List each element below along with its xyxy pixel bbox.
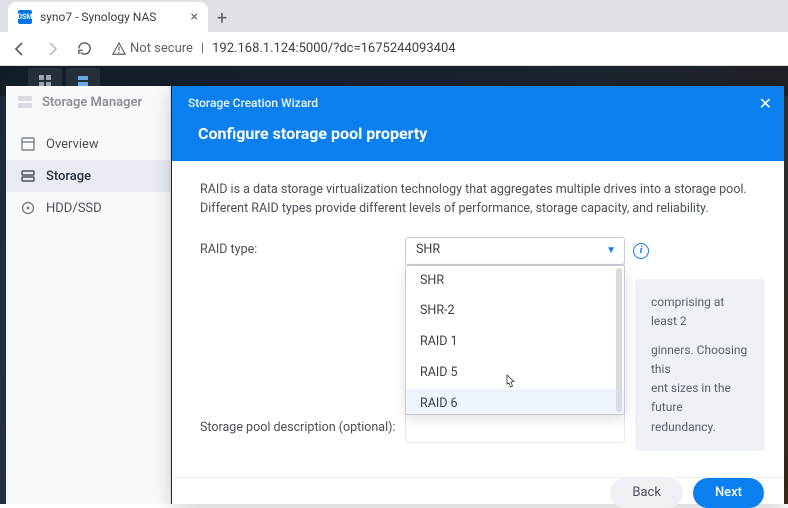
address-bar[interactable]: Not secure | 192.168.1.124:5000/?dc=1675… bbox=[104, 41, 780, 56]
raid-type-label: RAID type: bbox=[200, 237, 405, 260]
sidebar-item-label: HDD/SSD bbox=[46, 201, 102, 216]
close-tab-icon[interactable]: × bbox=[191, 9, 198, 25]
security-indicator[interactable]: Not secure bbox=[112, 41, 193, 56]
sidebar-nav: Overview Storage HDD/SSD bbox=[6, 118, 170, 224]
browser-tab-strip: DSM syno7 - Synology NAS × + bbox=[0, 0, 788, 32]
new-tab-button[interactable]: + bbox=[208, 4, 236, 32]
hint-line: ginners. Choosing this bbox=[651, 341, 749, 379]
url-separator: | bbox=[201, 41, 204, 56]
sidebar-item-label: Overview bbox=[46, 137, 99, 152]
wizard-close-button[interactable]: ✕ bbox=[759, 94, 772, 113]
sidebar-item-label: Storage bbox=[46, 169, 91, 184]
raid-option-raid5[interactable]: RAID 5 bbox=[406, 358, 624, 389]
url-text: 192.168.1.124:5000/?dc=1675244093404 bbox=[212, 41, 455, 56]
storage-manager-icon bbox=[16, 93, 34, 111]
wizard-breadcrumb: Storage Creation Wizard bbox=[188, 96, 768, 110]
overview-icon bbox=[20, 136, 36, 152]
browser-toolbar: Not secure | 192.168.1.124:5000/?dc=1675… bbox=[0, 32, 788, 66]
wizard-description: RAID is a data storage virtualization te… bbox=[200, 181, 756, 219]
sidebar-item-overview[interactable]: Overview bbox=[6, 128, 170, 160]
raid-option-raid1[interactable]: RAID 1 bbox=[406, 327, 624, 358]
pool-description-row: Storage pool description (optional): bbox=[200, 415, 756, 443]
tab-favicon: DSM bbox=[18, 10, 32, 24]
warning-icon bbox=[112, 42, 126, 56]
hint-line: ent sizes in the future bbox=[651, 379, 749, 417]
raid-type-row: RAID type: SHR ▼ i comprising at least 2… bbox=[200, 237, 756, 265]
storage-manager-sidebar: Storage Manager Overview Storage HDD/SSD bbox=[6, 86, 171, 504]
sidebar-title: Storage Manager bbox=[42, 95, 142, 110]
arrow-right-icon bbox=[44, 41, 60, 57]
wizard-title: Configure storage pool property bbox=[188, 110, 768, 161]
insecure-label: Not secure bbox=[130, 41, 193, 56]
raid-option-shr2[interactable]: SHR-2 bbox=[406, 296, 624, 327]
forward-button[interactable] bbox=[40, 37, 64, 61]
wizard-body: RAID is a data storage virtualization te… bbox=[172, 161, 784, 477]
pool-description-input[interactable] bbox=[405, 415, 625, 443]
next-button[interactable]: Next bbox=[693, 478, 764, 508]
info-icon[interactable]: i bbox=[633, 243, 649, 259]
tab-title: syno7 - Synology NAS bbox=[40, 10, 156, 24]
sidebar-item-hdd-ssd[interactable]: HDD/SSD bbox=[6, 192, 170, 224]
back-button[interactable] bbox=[8, 37, 32, 61]
storage-creation-wizard: Storage Creation Wizard ✕ Configure stor… bbox=[172, 86, 784, 504]
raid-option-shr[interactable]: SHR bbox=[406, 266, 624, 297]
dropdown-scrollbar[interactable] bbox=[616, 268, 622, 412]
wizard-header: Storage Creation Wizard ✕ Configure stor… bbox=[172, 86, 784, 161]
sidebar-header: Storage Manager bbox=[6, 86, 170, 118]
raid-option-raid6[interactable]: RAID 6 bbox=[406, 389, 624, 415]
back-button[interactable]: Back bbox=[610, 478, 683, 508]
reload-icon bbox=[77, 41, 92, 56]
raid-type-dropdown[interactable]: SHR SHR-2 RAID 1 RAID 5 RAID 6 RAID 10 B… bbox=[405, 265, 625, 415]
reload-button[interactable] bbox=[72, 37, 96, 61]
raid-type-select[interactable]: SHR ▼ bbox=[405, 237, 625, 265]
storage-nav-icon bbox=[20, 168, 36, 184]
browser-tab[interactable]: DSM syno7 - Synology NAS × bbox=[8, 2, 208, 32]
pool-description-label: Storage pool description (optional): bbox=[200, 415, 405, 438]
arrow-left-icon bbox=[12, 41, 28, 57]
hint-line: comprising at least 2 bbox=[651, 293, 749, 331]
wizard-footer: Back Next bbox=[172, 477, 784, 508]
chevron-down-icon: ▼ bbox=[606, 243, 616, 258]
raid-type-selected-value: SHR bbox=[416, 241, 440, 260]
hdd-icon bbox=[20, 200, 36, 216]
sidebar-item-storage[interactable]: Storage bbox=[6, 160, 170, 192]
